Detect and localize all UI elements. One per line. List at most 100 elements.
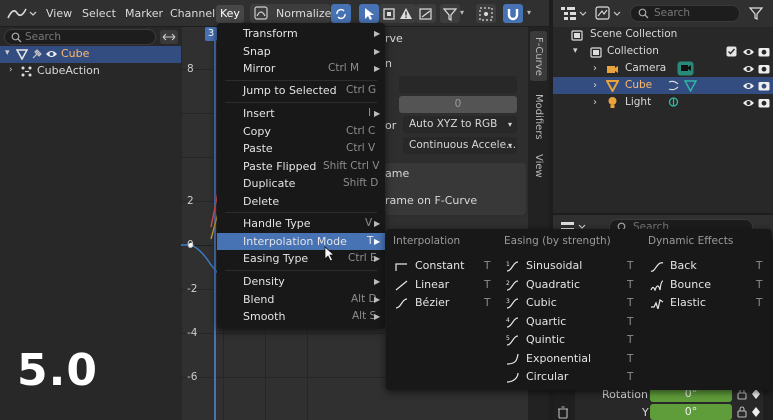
menu-key[interactable]: Key [216, 5, 244, 23]
interp-bezier[interactable]: Bézier T [386, 294, 498, 312]
menu-item-mirror[interactable]: Mirror Ctrl M ▶ [217, 60, 385, 78]
normalize-toggle[interactable]: Normalize [250, 4, 331, 23]
exponential-ease-icon [506, 353, 519, 365]
menu-select[interactable]: Select [78, 5, 120, 23]
menu-channel[interactable]: Channel [166, 5, 219, 23]
easing-cubic[interactable]: 3 Cubic T [498, 294, 640, 312]
tab-modifiers[interactable]: Modifiers [530, 89, 547, 145]
channel-search-input[interactable]: Search [4, 29, 156, 45]
visibility-eye-icon[interactable] [45, 49, 58, 59]
graph-editor-icon [7, 8, 37, 19]
visibility-eye-icon[interactable] [742, 98, 755, 108]
menu-item-jump-to-selected[interactable]: Jump to Selected Ctrl G [217, 82, 385, 100]
channel-label: CubeAction [37, 64, 100, 77]
outliner-row-camera[interactable]: › Camera [553, 60, 773, 77]
menu-item-paste[interactable]: Paste Ctrl V [217, 140, 385, 158]
interp-constant[interactable]: Constant T [386, 257, 498, 275]
easing-circular[interactable]: Circular T [498, 368, 640, 386]
swap-arrows-button[interactable] [160, 30, 178, 44]
outliner-search-placeholder: Search [654, 7, 691, 19]
keyframe-subpanel: ame rame on F-Curve [385, 163, 526, 215]
array-index-field[interactable]: 0 [399, 96, 517, 113]
select-cursor-button[interactable] [359, 4, 379, 23]
channel-row-cube[interactable]: ▾ Cube [0, 46, 181, 63]
visibility-eye-icon[interactable] [742, 81, 755, 91]
menu-marker[interactable]: Marker [121, 5, 167, 23]
menu-item-blend[interactable]: Blend Alt D ▶ [217, 291, 385, 309]
tab-view[interactable]: View [530, 151, 547, 181]
mesh-data-icon[interactable] [684, 79, 697, 92]
menu-view[interactable]: View [42, 5, 76, 23]
auto-handle-dropdown[interactable]: Continuous Accele... ▾ [403, 137, 517, 154]
refresh-icon [336, 8, 346, 19]
filter-button[interactable] [440, 4, 460, 23]
dynamic-elastic[interactable]: Elastic T [642, 294, 770, 312]
menu-item-copy[interactable]: Copy Ctrl C [217, 123, 385, 141]
easing-quintic[interactable]: 5 Quintic T [498, 331, 640, 349]
outliner-search-input[interactable]: Search [630, 5, 740, 22]
trash-icon[interactable] [557, 406, 569, 419]
outliner-row-cube[interactable]: › Cube [553, 77, 773, 94]
rotation-y-field[interactable]: 0° [650, 404, 732, 420]
menu-item-transform[interactable]: Transform ▶ [217, 25, 385, 43]
checkbox-icon[interactable] [726, 46, 737, 57]
outliner-row-scene-collection[interactable]: Scene Collection [553, 26, 773, 43]
menu-item-smooth[interactable]: Smooth Alt S ▶ [217, 308, 385, 326]
menu-item-interpolation-mode[interactable]: Interpolation Mode T ▶ [217, 232, 385, 250]
channel-row-action[interactable]: › CubeAction [0, 63, 181, 80]
snap-toggle-button[interactable] [503, 4, 523, 23]
render-camera-icon[interactable] [758, 80, 770, 91]
warning-button[interactable] [396, 4, 416, 23]
menu-item-easing-type[interactable]: Easing Type Ctrl E ▶ [217, 250, 385, 268]
snap-dropdown-arrow[interactable]: ▾ [527, 8, 531, 17]
submenu-arrow-icon: ▶ [374, 312, 381, 321]
frame-on-fcurve-button[interactable]: rame on F-Curve [385, 194, 477, 207]
render-camera-icon[interactable] [758, 63, 770, 74]
pin-icon[interactable] [31, 48, 43, 60]
filter-dropdown-arrow[interactable]: ▾ [460, 8, 464, 17]
menu-item-duplicate[interactable]: Duplicate Shift D [217, 175, 385, 193]
menu-item-delete[interactable]: Delete [217, 193, 385, 211]
dynamic-bounce[interactable]: Bounce T [642, 276, 770, 294]
expand-arrow-icon[interactable]: › [593, 77, 597, 94]
outliner-filter-button[interactable] [747, 5, 767, 22]
outliner-editor-type-button[interactable] [559, 4, 589, 23]
normalize-refresh-button[interactable] [331, 4, 351, 23]
visibility-eye-icon[interactable] [742, 64, 755, 74]
easing-sinusoidal[interactable]: 1 Sinusoidal T [498, 257, 640, 275]
collapse-arrow-icon[interactable]: ▾ [5, 48, 10, 58]
keyframe-diamond-icon[interactable] [751, 406, 761, 418]
interp-linear[interactable]: Linear T [386, 276, 498, 294]
render-camera-icon[interactable] [758, 97, 770, 108]
color-mode-dropdown[interactable]: Auto XYZ to RGB ▾ [403, 116, 517, 133]
dynamic-back[interactable]: Back T [642, 257, 770, 275]
light-data-icon[interactable] [667, 96, 680, 109]
editor-type-button[interactable] [4, 4, 38, 23]
menu-item-handle-type[interactable]: Handle Type V ▶ [217, 215, 385, 233]
channel-name-field[interactable] [399, 76, 517, 93]
action-icon[interactable] [667, 79, 680, 92]
menu-item-snap[interactable]: Snap ▶ [217, 43, 385, 61]
tab-fcurve[interactable]: F-Curve [530, 31, 547, 81]
expand-arrow-icon[interactable]: › [593, 94, 597, 111]
menu-item-density[interactable]: Density ▶ [217, 273, 385, 291]
outliner-row-light[interactable]: › Light [553, 94, 773, 111]
collapse-arrow-icon[interactable]: ▾ [573, 43, 578, 60]
menu-item-insert[interactable]: Insert I ▶ [217, 105, 385, 123]
outliner-row-collection[interactable]: ▾ Collection [553, 43, 773, 60]
mesh-object-icon [16, 48, 28, 60]
snap-target-button[interactable] [476, 4, 496, 23]
display-mode-button[interactable] [594, 4, 624, 23]
easing-exponential[interactable]: Exponential T [498, 350, 640, 368]
rotation-lock-icon[interactable] [737, 406, 747, 418]
menu-item-paste-flipped[interactable]: Paste Flipped Shift Ctrl V [217, 158, 385, 176]
visibility-eye-icon[interactable] [742, 47, 755, 57]
submenu-arrow-icon: ▶ [374, 236, 381, 246]
render-camera-icon[interactable] [758, 46, 770, 57]
keyframe-view-button[interactable] [416, 4, 436, 23]
easing-quadratic[interactable]: 2 Quadratic T [498, 276, 640, 294]
expand-arrow-icon[interactable]: › [9, 65, 13, 75]
camera-data-icon[interactable] [677, 61, 694, 76]
expand-arrow-icon[interactable]: › [593, 60, 597, 77]
easing-quartic[interactable]: 4 Quartic T [498, 313, 640, 331]
